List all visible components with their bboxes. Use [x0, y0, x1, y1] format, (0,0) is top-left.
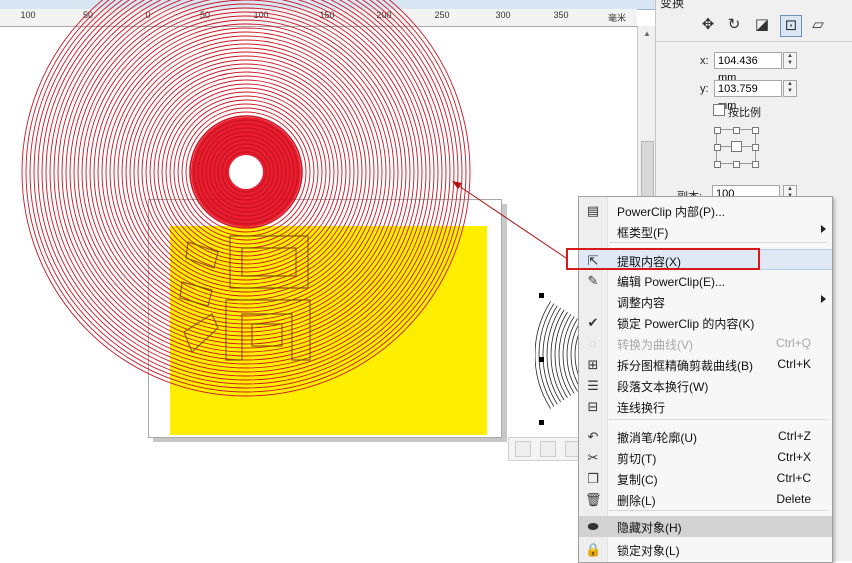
context-menu-item[interactable]: ✂ 剪切(T) Ctrl+X [579, 447, 832, 468]
transform-tabs: ✥ ↻ ◪ ⊡ ⏥ [656, 8, 852, 42]
scale-mirror-icon[interactable]: ◪ [752, 15, 772, 35]
menu-item-label: 段落文本换行(W) [617, 380, 709, 394]
context-menu-item[interactable]: ⊞ 拆分图框精确剪裁曲线(B) Ctrl+K [579, 354, 832, 375]
anchor-point-grid[interactable] [712, 125, 762, 169]
x-spinner[interactable]: ▲ ▼ [783, 52, 797, 69]
menu-item-label: 连线换行 [617, 401, 666, 415]
y-position-field[interactable]: 103.759 mm [714, 80, 782, 112]
outlined-character-shape[interactable] [178, 228, 318, 368]
submenu-arrow-icon [821, 225, 826, 233]
anchor-top-right[interactable] [752, 127, 759, 134]
size-icon[interactable]: ⊡ [780, 15, 802, 37]
menu-separator [609, 242, 827, 243]
menu-item-label: 锁定对象(L) [617, 544, 680, 558]
context-menu-item[interactable]: ❐ 复制(C) Ctrl+C [579, 468, 832, 489]
edit-powerclip-icon: ✎ [587, 273, 599, 288]
context-menu-item[interactable]: 🗑 删除(L) Delete [579, 489, 832, 510]
edit-powerclip-icon[interactable] [515, 441, 531, 457]
menu-item-label: 转换为曲线(V) [617, 338, 693, 352]
menu-separator [609, 510, 827, 511]
selection-handle[interactable] [539, 293, 544, 298]
menu-item-label: 编辑 PowerClip(E)... [617, 275, 726, 289]
select-content-icon[interactable] [540, 441, 556, 457]
menu-item-shortcut: Ctrl+Q [775, 336, 811, 350]
menu-separator [609, 419, 827, 420]
menu-item-shortcut: Ctrl+C [776, 471, 811, 485]
menu-item-shortcut: Ctrl+K [777, 357, 811, 371]
menu-item-shortcut: Ctrl+X [777, 450, 811, 464]
scroll-up-arrow-icon[interactable]: ▲ [638, 26, 655, 42]
x-position-field[interactable]: 104.436 mm [714, 52, 782, 84]
menu-item-label: 调整内容 [617, 296, 666, 310]
copy-icon: ❐ [587, 471, 599, 486]
undo-icon: ↶ [587, 429, 599, 444]
text-wrap-icon: ☰ [587, 378, 599, 393]
scissors-icon: ✂ [587, 450, 599, 465]
selection-handle[interactable] [539, 420, 544, 425]
context-menu-item[interactable]: ☰ 段落文本换行(W) [579, 375, 832, 396]
context-menu-item[interactable]: ↶ 撤消笔/轮廓(U) Ctrl+Z [579, 426, 832, 447]
menu-item-label: 隐藏对象(H) [617, 521, 682, 535]
anchor-middle-left[interactable] [714, 144, 721, 151]
context-menu-item[interactable]: 🔒 锁定对象(L) [579, 539, 832, 560]
menu-item-label: 框类型(F) [617, 226, 669, 240]
context-menu-item: ◌ 转换为曲线(V) Ctrl+Q [579, 333, 832, 354]
hide-object-icon: ⬬ [587, 519, 599, 534]
menu-item-label: 剪切(T) [617, 452, 657, 466]
context-menu-item[interactable]: 框类型(F) [579, 221, 832, 242]
menu-item-label: 删除(L) [617, 494, 656, 508]
menu-item-shortcut: Delete [776, 492, 811, 506]
menu-item-label: 复制(C) [617, 473, 658, 487]
concentric-rings-powerclip[interactable] [0, 0, 637, 561]
convert-to-curves-icon: ◌ [589, 336, 597, 351]
powerclip-inside-icon: ▤ [586, 203, 600, 218]
context-menu-item[interactable]: 调整内容 [579, 291, 832, 312]
submenu-arrow-icon [821, 295, 826, 303]
x-label: x: [700, 55, 709, 67]
drawing-canvas[interactable]: 100 50 0 50 100 150 200 250 300 350 毫米 ▲ [0, 0, 655, 561]
rotate-icon[interactable]: ↻ [724, 15, 744, 35]
anchor-center[interactable] [731, 141, 742, 152]
anchor-middle-right[interactable] [752, 144, 759, 151]
anchor-bottom-right[interactable] [752, 161, 759, 168]
selection-handle[interactable] [539, 357, 544, 362]
trash-icon: 🗑 [585, 492, 602, 507]
proportional-checkbox[interactable] [713, 104, 725, 116]
menu-item-label: 撤消笔/轮廓(U) [617, 431, 697, 445]
ring-center-hole [229, 155, 263, 189]
proportional-label: 按比例 [728, 107, 761, 119]
y-label: y: [700, 83, 709, 95]
anchor-bottom-center[interactable] [733, 161, 740, 168]
menu-item-shortcut: Ctrl+Z [778, 429, 811, 443]
anchor-top-center[interactable] [733, 127, 740, 134]
checkmark-icon: ✔ [587, 315, 599, 330]
position-icon[interactable]: ✥ [698, 15, 718, 35]
menu-item-label: 拆分图框精确剪裁曲线(B) [617, 359, 753, 373]
y-spinner[interactable]: ▲ ▼ [783, 80, 797, 97]
powerclip-floating-toolbar[interactable] [508, 437, 588, 461]
menu-item-label: 锁定 PowerClip 的内容(K) [617, 317, 755, 331]
highlight-callout-box [566, 248, 760, 270]
context-menu-item[interactable]: ✎ 编辑 PowerClip(E)... [579, 270, 832, 291]
context-menu-item[interactable]: ✔ 锁定 PowerClip 的内容(K) [579, 312, 832, 333]
anchor-bottom-left[interactable] [714, 161, 721, 168]
lock-icon: 🔒 [585, 542, 602, 557]
break-apart-icon: ⊞ [587, 357, 599, 372]
context-menu-item[interactable]: ⊟ 连线换行 [579, 396, 832, 417]
anchor-top-left[interactable] [714, 127, 721, 134]
context-menu-item[interactable]: ⬬ 隐藏对象(H) [579, 516, 832, 537]
context-menu-item[interactable]: ▤ PowerClip 内部(P)... [579, 200, 832, 221]
line-wrap-icon: ⊟ [587, 399, 599, 414]
skew-icon[interactable]: ⏥ [808, 15, 828, 35]
menu-item-label: PowerClip 内部(P)... [617, 205, 726, 219]
